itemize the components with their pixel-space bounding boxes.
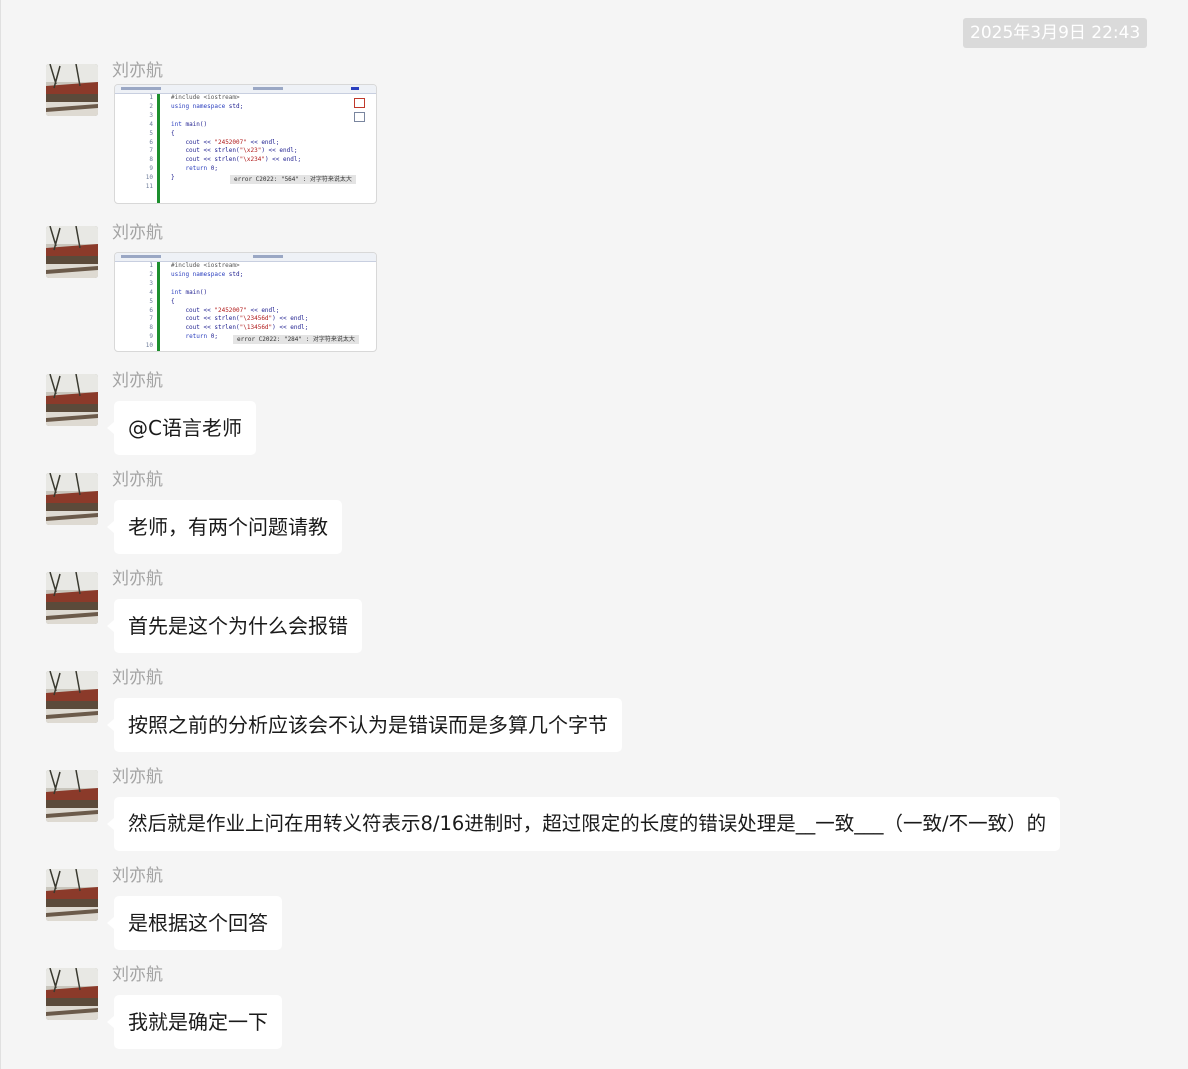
line-number: 11 — [145, 183, 153, 191]
message-bubble[interactable]: 按照之前的分析应该会不认为是错误而是多算几个字节 — [107, 698, 622, 752]
message-bubble[interactable]: 然后就是作业上问在用转义符表示8/16进制时，超过限定的长度的错误处理是__一致… — [106, 797, 1061, 851]
line-numbers: 1 2 3 4 5 6 7 8 9 10 11 — [115, 94, 157, 203]
line-number: 7 — [149, 315, 153, 323]
sender-name: 刘亦航 — [112, 668, 163, 688]
sender-name: 刘亦航 — [112, 371, 163, 391]
sender-name: 刘亦航 — [112, 569, 163, 589]
avatar[interactable] — [46, 968, 98, 1020]
error-tooltip: error C2022: "284" : 对字符来说太大 — [233, 335, 359, 344]
line-number: 1 — [149, 262, 153, 269]
line-numbers: 1 2 3 4 5 6 7 8 9 10 — [115, 262, 157, 351]
sender-name: 刘亦航 — [112, 866, 163, 886]
avatar[interactable] — [46, 572, 98, 624]
line-number: 6 — [149, 306, 153, 314]
editor-tab-bar — [115, 85, 376, 94]
editor-tab-bar — [115, 253, 376, 262]
line-number: 3 — [149, 111, 153, 119]
chat-timestamp: 2025年3月9日 22:43 — [963, 18, 1148, 48]
line-number: 2 — [149, 270, 153, 278]
sender-name: 刘亦航 — [112, 965, 163, 985]
line-number: 8 — [149, 324, 153, 332]
change-marker-bar — [157, 262, 160, 351]
line-number: 5 — [149, 129, 153, 137]
avatar[interactable] — [46, 671, 98, 723]
line-number: 4 — [149, 120, 153, 128]
avatar[interactable] — [46, 869, 98, 921]
line-number: 8 — [149, 156, 153, 164]
code-screenshot-image[interactable]: 1 2 3 4 5 6 7 8 9 10 #include <iostream>… — [114, 252, 377, 352]
message-bubble[interactable]: 首先是这个为什么会报错 — [107, 599, 362, 653]
avatar[interactable] — [46, 226, 98, 278]
message-bubble[interactable]: @C语言老师 — [107, 401, 256, 455]
sender-name: 刘亦航 — [112, 470, 163, 490]
line-number: 10 — [145, 174, 153, 182]
message-bubble[interactable]: 是根据这个回答 — [107, 896, 282, 950]
avatar[interactable] — [46, 770, 98, 822]
code-screenshot-image[interactable]: 1 2 3 4 5 6 7 8 9 10 11 #include <iostre… — [114, 84, 377, 204]
line-number: 3 — [149, 279, 153, 287]
line-number: 9 — [149, 165, 153, 173]
error-tooltip: error C2022: "564" : 对字符来说太大 — [230, 175, 356, 184]
line-number: 1 — [149, 94, 153, 101]
avatar[interactable] — [46, 64, 98, 116]
message-bubble[interactable]: 老师，有两个问题请教 — [107, 500, 342, 554]
change-marker-bar — [157, 94, 160, 203]
line-number: 6 — [149, 138, 153, 146]
line-number: 5 — [149, 297, 153, 305]
sender-name: 刘亦航 — [112, 61, 163, 81]
line-number: 9 — [149, 333, 153, 341]
editor-side-toolbar — [352, 94, 366, 126]
message-bubble[interactable]: 我就是确定一下 — [107, 995, 282, 1049]
avatar[interactable] — [46, 473, 98, 525]
line-number: 7 — [149, 147, 153, 155]
line-number: 2 — [149, 102, 153, 110]
code-lines: #include <iostream> using namespace std;… — [171, 94, 302, 182]
sender-name: 刘亦航 — [112, 767, 163, 787]
line-number: 4 — [149, 288, 153, 296]
line-number: 10 — [145, 342, 153, 350]
sender-name: 刘亦航 — [112, 223, 163, 243]
avatar[interactable] — [46, 374, 98, 426]
code-lines: #include <iostream> using namespace std;… — [171, 262, 309, 341]
